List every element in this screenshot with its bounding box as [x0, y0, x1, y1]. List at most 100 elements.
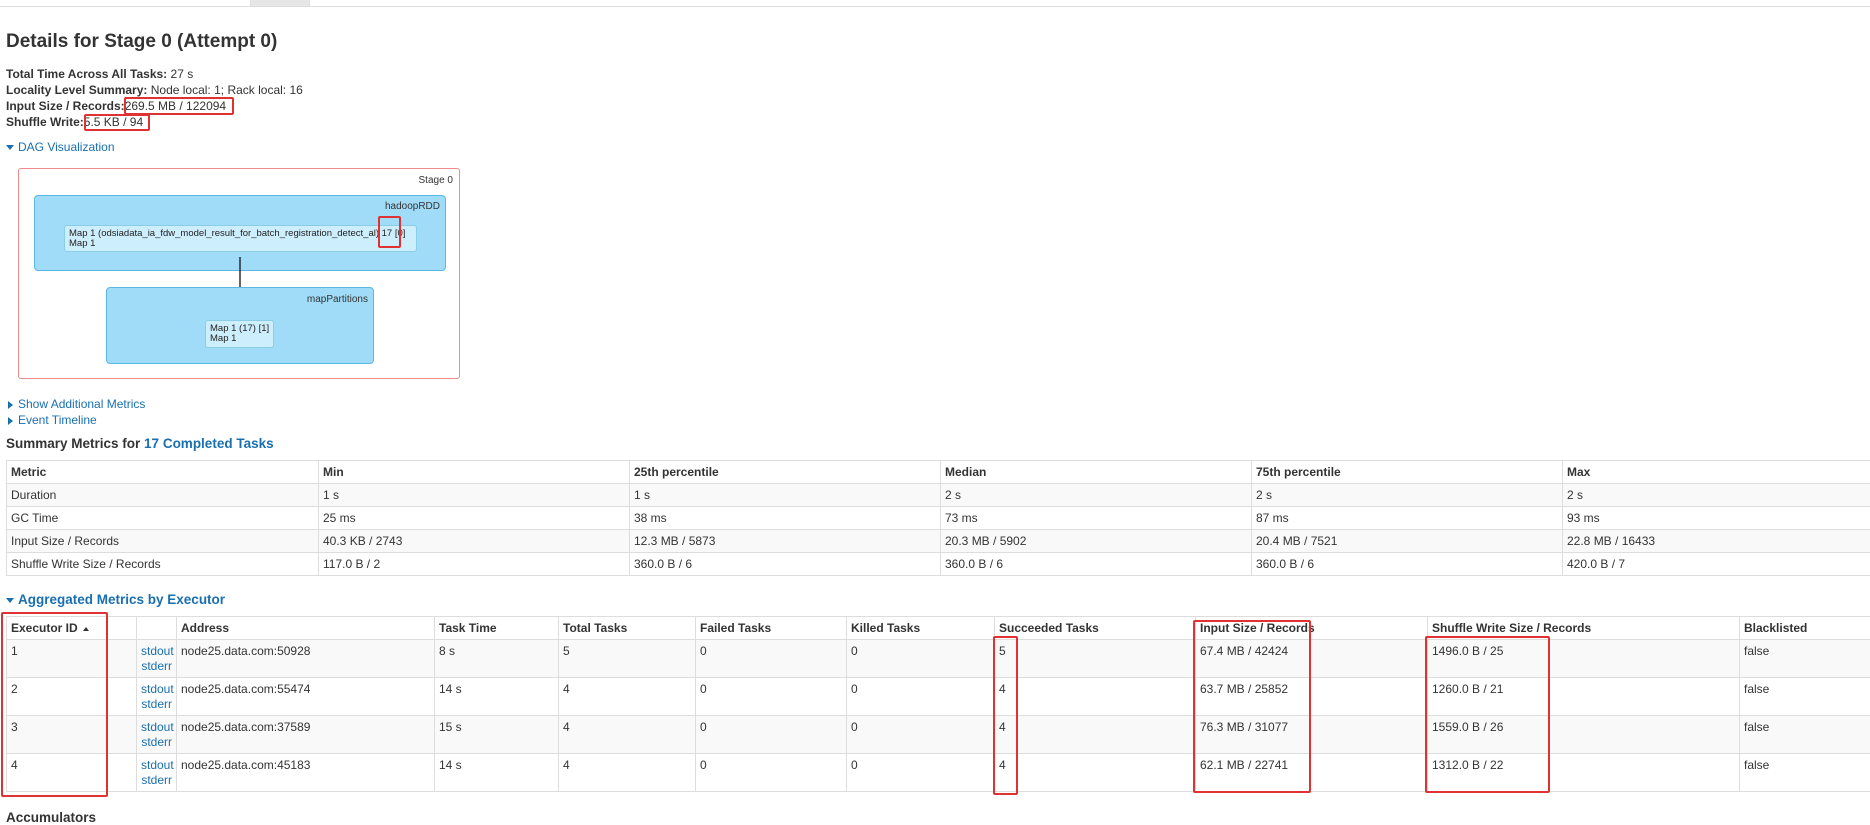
stderr-link[interactable]: stderr	[141, 773, 172, 788]
summary-metrics-table: Metric Min 25th percentile Median 75th p…	[6, 460, 1870, 576]
executor-id-cell: 1	[7, 640, 137, 678]
table-cell: 360.0 B / 6	[1252, 553, 1563, 576]
table-cell: 420.0 B / 7	[1563, 553, 1870, 576]
table-row: 1 stdoutstderr node25.data.com:50928 8 s…	[7, 640, 1870, 678]
col-header-address[interactable]: Address	[177, 617, 435, 640]
show-additional-metrics-toggle[interactable]: Show Additional Metrics	[6, 397, 145, 411]
col-header-executor-id-label: Executor ID	[11, 621, 78, 635]
input-size-cell: 63.7 MB / 25852	[1196, 678, 1428, 716]
col-header-succeeded-tasks[interactable]: Succeeded Tasks	[995, 617, 1196, 640]
table-cell: 360.0 B / 6	[630, 553, 941, 576]
caret-right-icon	[8, 417, 13, 425]
task-time-cell: 15 s	[435, 716, 559, 754]
table-cell: 1 s	[630, 484, 941, 507]
shuffle-write-cell: 1559.0 B / 26	[1428, 716, 1740, 754]
dag-stage-box: Stage 0 hadoopRDD Map 1 (odsiadata_ia_fd…	[18, 168, 460, 379]
table-cell: Shuffle Write Size / Records	[7, 553, 319, 576]
dag-cluster-mappartitions[interactable]: mapPartitions Map 1 (17) [1] Map 1	[106, 287, 374, 364]
dag-visualization-toggle[interactable]: DAG Visualization	[6, 140, 115, 154]
col-header-total-tasks[interactable]: Total Tasks	[559, 617, 696, 640]
stderr-link[interactable]: stderr	[141, 697, 172, 712]
executor-id-cell: 4	[7, 754, 137, 792]
input-size-cell: 76.3 MB / 31077	[1196, 716, 1428, 754]
total-tasks-cell: 4	[559, 678, 696, 716]
blacklisted-cell: false	[1740, 754, 1870, 792]
input-size-cell: 67.4 MB / 42424	[1196, 640, 1428, 678]
col-header-median[interactable]: Median	[941, 461, 1252, 484]
table-cell: GC Time	[7, 507, 319, 530]
page-title: Details for Stage 0 (Attempt 0)	[6, 31, 277, 53]
total-time-summary: Total Time Across All Tasks: 27 s	[6, 67, 193, 81]
table-row: 2 stdoutstderr node25.data.com:55474 14 …	[7, 678, 1870, 716]
executor-header-row: Executor ID Address Task Time Total Task…	[7, 617, 1870, 640]
total-time-value: 27 s	[171, 67, 194, 81]
failed-tasks-cell: 0	[696, 678, 847, 716]
address-cell: node25.data.com:37589	[177, 716, 435, 754]
stdout-link[interactable]: stdout	[141, 644, 172, 659]
dag-node-map1-partitions-line2: Map 1	[210, 334, 269, 344]
completed-tasks-link[interactable]: 17 Completed Tasks	[144, 436, 274, 451]
stdout-link[interactable]: stdout	[141, 720, 172, 735]
total-tasks-cell: 4	[559, 754, 696, 792]
col-header-metric[interactable]: Metric	[7, 461, 319, 484]
input-label: Input Size / Records:	[6, 99, 125, 113]
dag-visualization-label: DAG Visualization	[18, 140, 115, 154]
table-cell: 360.0 B / 6	[941, 553, 1252, 576]
col-header-task-time[interactable]: Task Time	[435, 617, 559, 640]
col-header-input-size[interactable]: Input Size / Records	[1196, 617, 1428, 640]
col-header-shuffle-write[interactable]: Shuffle Write Size / Records	[1428, 617, 1740, 640]
shuffle-write-cell: 1496.0 B / 25	[1428, 640, 1740, 678]
shuffle-value: 5.5 KB / 94	[84, 115, 143, 129]
col-header-75th[interactable]: 75th percentile	[1252, 461, 1563, 484]
stdout-link[interactable]: stdout	[141, 758, 172, 773]
task-time-cell: 14 s	[435, 678, 559, 716]
summary-metrics-title-prefix: Summary Metrics for	[6, 436, 144, 451]
col-header-killed-tasks[interactable]: Killed Tasks	[847, 617, 995, 640]
executor-id-cell: 2	[7, 678, 137, 716]
aggregated-metrics-toggle[interactable]: Aggregated Metrics by Executor	[6, 592, 225, 607]
succeeded-tasks-cell: 5	[995, 640, 1196, 678]
event-timeline-label: Event Timeline	[18, 413, 97, 427]
killed-tasks-cell: 0	[847, 678, 995, 716]
table-cell: Duration	[7, 484, 319, 507]
input-summary: Input Size / Records:269.5 MB / 122094	[6, 99, 226, 113]
executor-metrics-table: Executor ID Address Task Time Total Task…	[6, 616, 1870, 792]
top-nav-active-tab[interactable]	[250, 0, 310, 6]
col-header-blacklisted[interactable]: Blacklisted	[1740, 617, 1870, 640]
table-cell: 25 ms	[319, 507, 630, 530]
killed-tasks-cell: 0	[847, 754, 995, 792]
table-row: Input Size / Records 40.3 KB / 2743 12.3…	[7, 530, 1870, 553]
task-time-cell: 14 s	[435, 754, 559, 792]
table-row: Shuffle Write Size / Records 117.0 B / 2…	[7, 553, 1870, 576]
blacklisted-cell: false	[1740, 640, 1870, 678]
col-header-25th[interactable]: 25th percentile	[630, 461, 941, 484]
col-header-failed-tasks[interactable]: Failed Tasks	[696, 617, 847, 640]
top-nav-bar	[0, 0, 1870, 7]
locality-summary: Locality Level Summary: Node local: 1; R…	[6, 83, 303, 97]
summary-metrics-header-row: Metric Min 25th percentile Median 75th p…	[7, 461, 1870, 484]
event-timeline-toggle[interactable]: Event Timeline	[6, 413, 97, 427]
caret-right-icon	[8, 401, 13, 409]
log-links-cell: stdoutstderr	[137, 678, 177, 716]
total-tasks-cell: 4	[559, 716, 696, 754]
stdout-link[interactable]: stdout	[141, 682, 172, 697]
col-header-executor-id[interactable]: Executor ID	[7, 617, 137, 640]
stderr-link[interactable]: stderr	[141, 735, 172, 750]
caret-down-icon	[6, 145, 14, 150]
table-cell: 40.3 KB / 2743	[319, 530, 630, 553]
col-header-max[interactable]: Max	[1563, 461, 1870, 484]
executor-id-cell: 3	[7, 716, 137, 754]
task-time-cell: 8 s	[435, 640, 559, 678]
table-cell: 93 ms	[1563, 507, 1870, 530]
address-cell: node25.data.com:45183	[177, 754, 435, 792]
stderr-link[interactable]: stderr	[141, 659, 172, 674]
input-value: 269.5 MB / 122094	[125, 99, 226, 113]
address-cell: node25.data.com:55474	[177, 678, 435, 716]
shuffle-write-cell: 1260.0 B / 21	[1428, 678, 1740, 716]
caret-down-icon	[6, 598, 14, 603]
dag-node-map1-partitions[interactable]: Map 1 (17) [1] Map 1	[205, 320, 274, 348]
blacklisted-cell: false	[1740, 716, 1870, 754]
table-cell: 73 ms	[941, 507, 1252, 530]
table-row: 3 stdoutstderr node25.data.com:37589 15 …	[7, 716, 1870, 754]
col-header-min[interactable]: Min	[319, 461, 630, 484]
